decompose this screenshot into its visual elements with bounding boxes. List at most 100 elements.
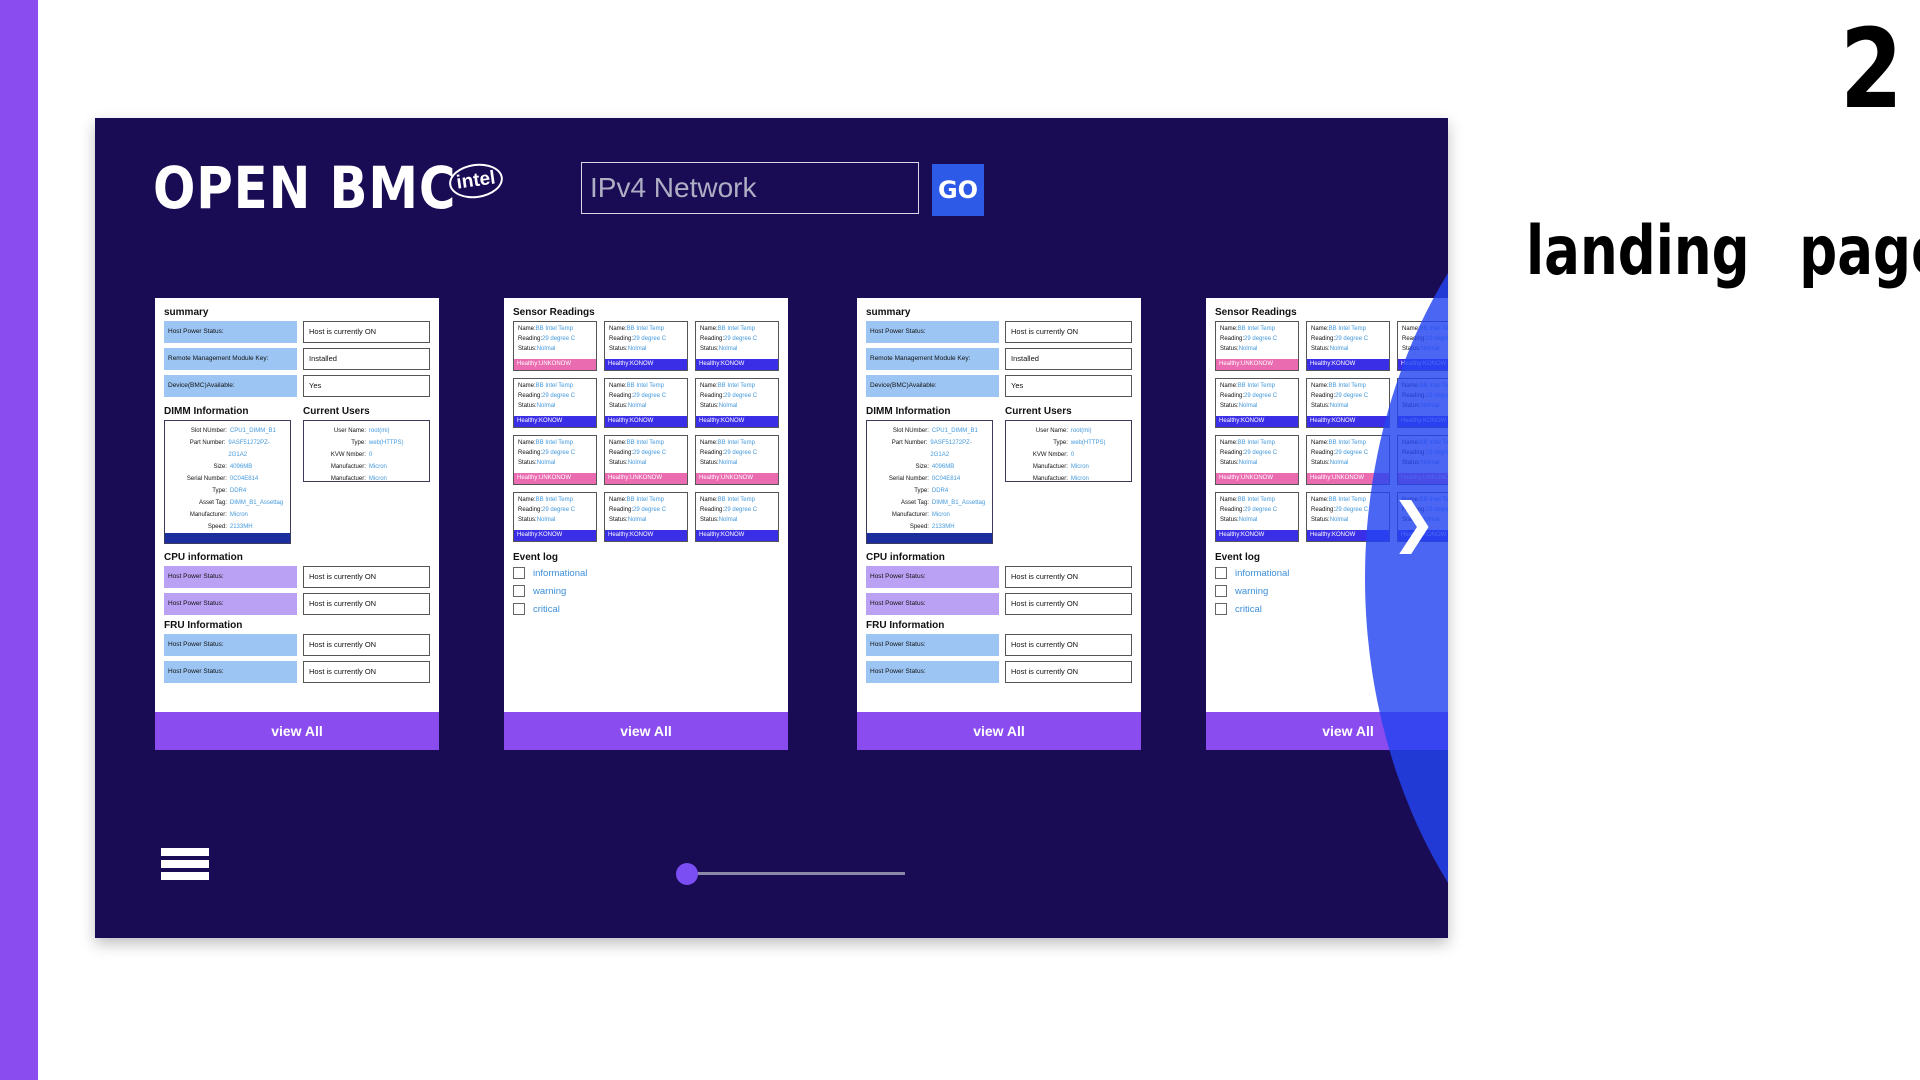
summary-card: summary Host Power Status: Host is curren… [155, 298, 439, 750]
view-all-button[interactable]: view All [504, 712, 788, 750]
sensor-field-value: BB Intel Temp [717, 440, 755, 446]
chevron-right-icon[interactable]: ❯ [1391, 496, 1436, 550]
sensor-field-value: BB Intel Temp [626, 383, 664, 389]
dimm-label: Manufacturer: [891, 512, 929, 518]
checkbox-icon[interactable] [1215, 603, 1227, 615]
sensor-tile[interactable]: Name:BB Intel Temp Reading:29 degree C Sta… [1306, 378, 1390, 428]
sensor-field-label: Name: [1220, 497, 1238, 503]
dimm-value: 9ASF51272PZ-2G1A2 [228, 440, 270, 458]
sensor-field-value: BB Intel Temp [535, 326, 573, 332]
checkbox-icon[interactable] [1215, 567, 1227, 579]
fru-row-label: Host Power Status: [164, 634, 297, 656]
sensor-field-value: 29 degree C [1244, 336, 1278, 342]
app-frame: OPEN BMC intel GO summary Host Power Sta… [95, 118, 1448, 938]
summary-title: summary [866, 307, 911, 318]
summary-row-label: Device(BMC)Available: [866, 375, 999, 397]
dimm-value: CPU1_DIMM_B1 [931, 428, 978, 434]
sensor-field-label: Status: [700, 517, 719, 523]
sensor-tile[interactable]: Name:BB Intel Temp Reading:29 degree C Sta… [604, 321, 688, 371]
carousel-slider-track[interactable] [685, 872, 905, 875]
sensor-tile[interactable]: Name:BB Intel Temp Reading:29 degree C Sta… [1215, 435, 1299, 485]
checkbox-icon[interactable] [1215, 585, 1227, 597]
carousel-slider-knob[interactable] [676, 863, 698, 885]
sensor-field-label: Reading: [518, 507, 543, 513]
summary-row: Remote Management Module Key: Installed [866, 348, 1132, 370]
event-filter-critical[interactable]: critical [513, 603, 779, 615]
sensor-field-value: BB Intel Temp [1237, 440, 1275, 446]
sensor-field-value: BB Intel Temp [1328, 383, 1366, 389]
dimm-label: Speed: [207, 524, 227, 530]
sensor-tile[interactable]: Name:BB Intel Temp Reading:29 degree C Sta… [695, 321, 779, 371]
sensor-field-label: Name: [609, 383, 627, 389]
sensor-field-value: BB Intel Temp [1237, 383, 1275, 389]
view-all-button[interactable]: view All [857, 712, 1141, 750]
sensor-field-label: Reading: [700, 336, 725, 342]
sensor-tile[interactable]: Name:BB Intel Temp Reading:29 degree C Sta… [513, 321, 597, 371]
checkbox-icon[interactable] [513, 567, 525, 579]
sensor-field-label: Status: [1311, 403, 1330, 409]
sensor-field-label: Status: [1311, 346, 1330, 352]
sensor-field-label: Status: [1220, 517, 1239, 523]
sensor-tile[interactable]: Name:BB Intel Temp Reading:29 degree C Sta… [604, 378, 688, 428]
hamburger-icon[interactable] [161, 848, 209, 892]
dimm-title: DIMM Information [164, 406, 249, 417]
sensor-tile[interactable]: Name:BB Intel Temp Reading:29 degree C Sta… [513, 492, 597, 542]
dimm-label: Part Number: [189, 440, 226, 446]
sensor-tile[interactable]: Name:BB Intel Temp Reading:29 degree C Sta… [604, 435, 688, 485]
event-filter-label: warning [533, 585, 567, 597]
network-search-input[interactable] [581, 162, 919, 214]
sensor-tile[interactable]: Name:BB Intel Temp Reading:29 degree C Sta… [1215, 492, 1299, 542]
sensor-tile[interactable]: Name:BB Intel Temp Reading:29 degree C Sta… [513, 435, 597, 485]
sensor-field-value: BB Intel Temp [535, 497, 573, 503]
dimm-strip [867, 533, 992, 543]
users-title: Current Users [1005, 406, 1072, 417]
sensor-field-label: Reading: [1311, 450, 1336, 456]
sensor-tile[interactable]: Name:BB Intel Temp Reading:29 degree C Sta… [1215, 378, 1299, 428]
fru-row: Host Power Status: Host is currently ON [866, 661, 1132, 683]
fru-row-value: Host is currently ON [303, 634, 430, 656]
sensor-field-label: Name: [1311, 440, 1329, 446]
sensor-field-value: Nolmal [627, 346, 647, 352]
sensor-health-badge: Healthy:KONOW [605, 530, 687, 541]
sensor-field-label: Status: [518, 403, 537, 409]
cpu-row-label: Host Power Status: [866, 593, 999, 615]
sensor-tile[interactable]: Name:BB Intel Temp Reading:29 degree C Sta… [1306, 321, 1390, 371]
sensor-tile[interactable]: Name:BB Intel Temp Reading:29 degree C Sta… [604, 492, 688, 542]
slide-label: landing page [1526, 212, 1920, 291]
sensor-tile[interactable]: Name:BB Intel Temp Reading:29 degree C Sta… [695, 378, 779, 428]
user-label: Manufactuer: [330, 464, 366, 470]
dimm-title: DIMM Information [866, 406, 951, 417]
sensor-tile[interactable]: Name:BB Intel Temp Reading:29 degree C Sta… [513, 378, 597, 428]
sensor-field-label: Status: [518, 517, 537, 523]
event-filter-label: warning [1235, 585, 1269, 597]
checkbox-icon[interactable] [513, 603, 525, 615]
user-value: 0 [368, 452, 373, 458]
sensor-tile[interactable]: Name:BB Intel Temp Reading:29 degree C Sta… [695, 435, 779, 485]
sensor-field-value: BB Intel Temp [626, 326, 664, 332]
sensor-field-label: Status: [1311, 517, 1330, 523]
sensor-field-label: Reading: [700, 393, 725, 399]
dimm-value: 9ASF51272PZ-2G1A2 [930, 440, 972, 458]
user-value: web(HTTPS) [1070, 440, 1106, 446]
sensor-field-label: Name: [700, 383, 718, 389]
dimm-value: DDR4 [931, 488, 949, 494]
sensor-field-value: 29 degree C [633, 336, 667, 342]
go-button[interactable]: GO [932, 164, 984, 216]
event-filter-warning[interactable]: warning [513, 585, 779, 597]
event-filter-informational[interactable]: informational [513, 567, 779, 579]
cpu-row-value: Host is currently ON [1005, 593, 1132, 615]
sensor-field-label: Reading: [609, 393, 634, 399]
sensor-field-value: Nolmal [1238, 460, 1258, 466]
checkbox-icon[interactable] [513, 585, 525, 597]
sensor-tile[interactable]: Name:BB Intel Temp Reading:29 degree C Sta… [695, 492, 779, 542]
sensor-field-value: 29 degree C [1244, 507, 1278, 513]
sensor-field-label: Reading: [609, 450, 634, 456]
sensor-card: Sensor Readings Name:BB Intel Temp Readin… [504, 298, 788, 750]
summary-row-label: Host Power Status: [866, 321, 999, 343]
dimm-info-box: Slot NUmber: CPU1_DIMM_B1 Part Number: 9AS… [866, 420, 993, 544]
sensor-tile[interactable]: Name:BB Intel Temp Reading:29 degree C Sta… [1215, 321, 1299, 371]
dimm-label: Serial Number: [186, 476, 227, 482]
summary-row-label: Remote Management Module Key: [866, 348, 999, 370]
view-all-button[interactable]: view All [155, 712, 439, 750]
dimm-value: 2133MH [229, 524, 253, 530]
